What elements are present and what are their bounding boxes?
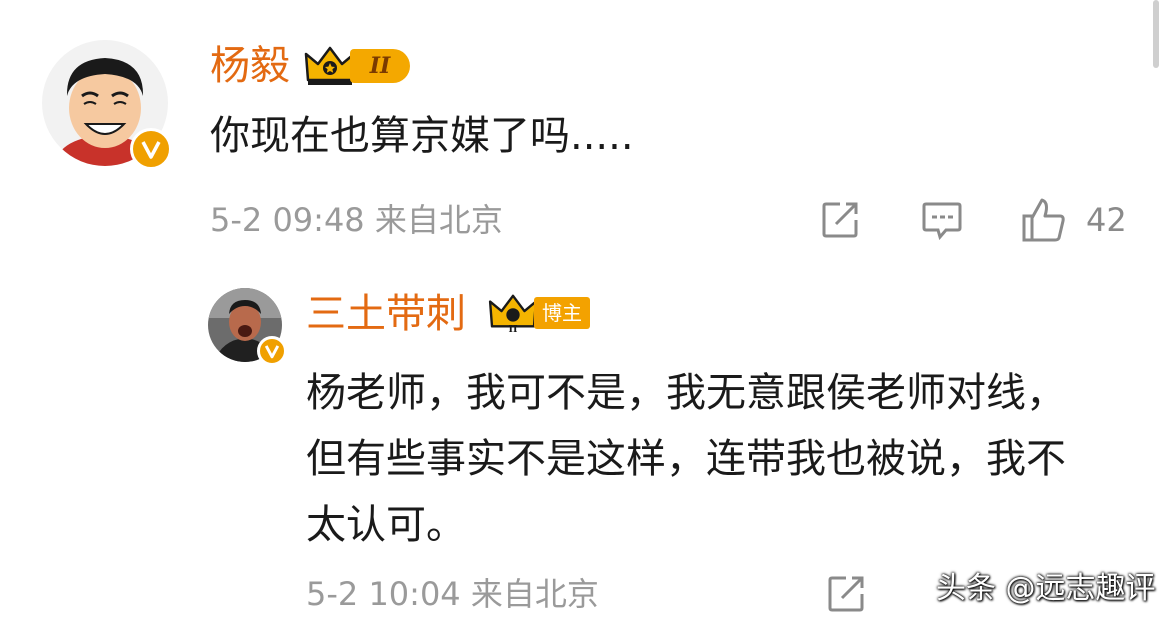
comment-icon[interactable] — [920, 200, 964, 240]
level-badge: II — [350, 49, 410, 83]
crown-icon — [304, 46, 356, 85]
watermark: 头条 @远志趣评 — [936, 571, 1156, 606]
share-icon[interactable] — [826, 574, 866, 614]
blogger-badge: 博主 — [534, 297, 590, 329]
member-badge[interactable]: II — [304, 44, 410, 88]
crown-icon: II — [488, 294, 538, 334]
username[interactable]: 杨毅 — [210, 46, 290, 86]
reply-meta: 5-2 10:04 来自北京 — [306, 575, 599, 613]
verified-badge-icon — [257, 336, 287, 366]
share-icon[interactable] — [820, 200, 860, 240]
verified-badge-icon — [130, 128, 172, 170]
like-icon[interactable] — [1020, 196, 1068, 244]
reply-text: 杨老师，我可不是，我无意跟侯老师对线，但有些事实不是这样，连带我也被说，我不太认… — [306, 370, 1066, 548]
comment-meta: 5-2 09:48 来自北京 — [210, 201, 503, 239]
scrollbar[interactable] — [1153, 0, 1159, 68]
reply-username[interactable]: 三土带刺 — [306, 294, 466, 334]
comment-text: 你现在也算京媒了吗..... — [210, 113, 634, 159]
member-badge[interactable]: II 博主 — [488, 292, 590, 334]
like-count: 42 — [1086, 201, 1127, 239]
level-badge: II — [509, 324, 518, 334]
